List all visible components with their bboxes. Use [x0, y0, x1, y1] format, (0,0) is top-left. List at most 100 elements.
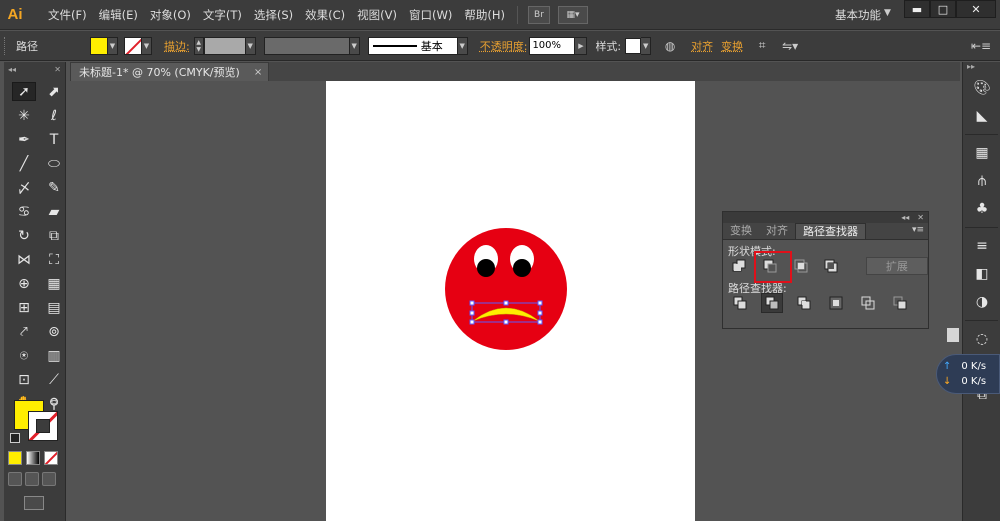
- workspace-switcher[interactable]: 基本功能: [835, 7, 881, 23]
- recolor-artwork-icon[interactable]: ◍: [661, 37, 679, 55]
- scrollbar-thumb[interactable]: [947, 328, 959, 342]
- lasso-tool-icon[interactable]: ℓ: [42, 106, 66, 125]
- magic-wand-tool-icon[interactable]: ✳: [12, 106, 36, 125]
- unite-icon[interactable]: [729, 256, 750, 276]
- symbols-icon[interactable]: ♣: [963, 195, 1000, 223]
- scale-tool-icon[interactable]: ⧉: [42, 226, 66, 245]
- panel-menu-icon[interactable]: ▾≡: [912, 225, 924, 235]
- column-graph-tool-icon[interactable]: ▥: [42, 346, 66, 365]
- blob-brush-tool-icon[interactable]: ♋: [12, 202, 36, 221]
- isolate-icon[interactable]: ⌗: [753, 37, 771, 55]
- appearance-icon[interactable]: ◌: [963, 325, 1000, 353]
- chevron-down-icon[interactable]: ▼: [457, 36, 468, 55]
- chevron-down-icon[interactable]: ▶: [575, 36, 588, 55]
- draw-normal-icon[interactable]: [8, 472, 22, 486]
- trim-icon[interactable]: [761, 293, 783, 313]
- ellipse-tool-icon[interactable]: ⬭: [42, 154, 66, 173]
- selection-tool-icon[interactable]: ➚: [12, 82, 36, 101]
- close-tab-icon[interactable]: ×: [254, 67, 262, 78]
- panel-menu-icon[interactable]: ⇤≡: [971, 37, 991, 55]
- panel-titlebar[interactable]: ◂◂ ✕: [723, 212, 928, 223]
- stroke-weight-field[interactable]: [203, 36, 246, 55]
- chevron-down-icon[interactable]: ▼: [245, 36, 256, 55]
- chevron-down-icon[interactable]: ▼: [108, 36, 118, 55]
- right-pupil[interactable]: [513, 259, 531, 277]
- chevron-down-icon[interactable]: ▼: [349, 36, 360, 55]
- divide-icon[interactable]: [729, 293, 751, 313]
- menu-object[interactable]: 对象(O): [144, 0, 197, 30]
- transparency-panel-icon[interactable]: ◑: [963, 288, 1000, 316]
- brushes-icon[interactable]: ⫛: [963, 167, 1000, 195]
- width-tool-icon[interactable]: ⋈: [12, 250, 36, 269]
- color-guide-icon[interactable]: ◣: [963, 102, 1000, 130]
- close-panel-icon[interactable]: ✕: [917, 213, 924, 222]
- exclude-icon[interactable]: [821, 256, 842, 276]
- stroke-panel-icon[interactable]: ≡: [963, 232, 1000, 260]
- menu-edit[interactable]: 编辑(E): [93, 0, 144, 30]
- color-panel-icon[interactable]: 🎨︎: [963, 74, 1000, 102]
- paintbrush-tool-icon[interactable]: 〆: [12, 178, 36, 197]
- shape-builder-tool-icon[interactable]: ⊕: [12, 274, 36, 293]
- dock-header[interactable]: ▸▸: [963, 62, 1000, 74]
- color-mode-icon[interactable]: [8, 451, 22, 465]
- stroke-panel-link[interactable]: 描边:: [164, 38, 190, 54]
- merge-icon[interactable]: [793, 293, 815, 313]
- chevron-down-icon[interactable]: ▼: [641, 36, 652, 55]
- slice-tool-icon[interactable]: ⟋: [42, 370, 66, 389]
- maximize-button[interactable]: □: [930, 0, 956, 18]
- swatches-icon[interactable]: ▦: [963, 139, 1000, 167]
- left-pupil[interactable]: [477, 259, 495, 277]
- intersect-icon[interactable]: [790, 256, 811, 276]
- tab-transform[interactable]: 变换: [723, 223, 759, 239]
- line-tool-icon[interactable]: ╱: [12, 154, 36, 173]
- tab-pathfinder[interactable]: 路径查找器: [795, 223, 866, 239]
- screen-mode-icon[interactable]: [24, 496, 44, 510]
- direct-selection-tool-icon[interactable]: ⬈: [42, 82, 66, 101]
- collapse-icon[interactable]: ◂◂: [901, 213, 909, 222]
- artboard-tool-icon[interactable]: ⊡: [12, 370, 36, 389]
- bridge-button[interactable]: Br: [527, 5, 550, 24]
- draw-behind-icon[interactable]: [25, 472, 39, 486]
- chevron-down-icon[interactable]: ▼: [142, 36, 152, 55]
- minus-back-icon[interactable]: [889, 293, 911, 313]
- default-colors-icon[interactable]: [10, 433, 20, 443]
- document-tab[interactable]: 未标题-1* @ 70% (CMYK/预览) ×: [70, 62, 270, 81]
- blend-tool-icon[interactable]: ⊚: [42, 322, 66, 341]
- crop-icon[interactable]: [825, 293, 847, 313]
- pen-tool-icon[interactable]: ✒: [12, 130, 36, 149]
- stroke-color-swatch[interactable]: [124, 36, 142, 55]
- vertical-scrollbar[interactable]: [948, 81, 960, 521]
- gradient-tool-icon[interactable]: ▤: [42, 298, 66, 317]
- menu-view[interactable]: 视图(V): [351, 0, 403, 30]
- symbol-sprayer-tool-icon[interactable]: ⍟: [12, 346, 36, 365]
- brush-definition-field[interactable]: 基本: [367, 36, 458, 55]
- fill-color-swatch[interactable]: [90, 36, 108, 55]
- minimize-button[interactable]: ▬: [904, 0, 930, 18]
- stroke-weight-stepper[interactable]: ▲ ▼: [193, 36, 204, 55]
- eraser-tool-icon[interactable]: ▰: [42, 202, 66, 221]
- gradient-panel-icon[interactable]: ◧: [963, 260, 1000, 288]
- draw-inside-icon[interactable]: [42, 472, 56, 486]
- sad-face-artwork[interactable]: [444, 227, 568, 351]
- none-mode-icon[interactable]: [44, 451, 58, 465]
- align-panel-link[interactable]: 对齐: [691, 38, 713, 54]
- transform-panel-link[interactable]: 变换: [721, 38, 743, 54]
- type-tool-icon[interactable]: T: [42, 130, 66, 149]
- menu-type[interactable]: 文字(T): [197, 0, 248, 30]
- menu-select[interactable]: 选择(S): [248, 0, 299, 30]
- panel-grip[interactable]: [4, 36, 10, 55]
- chevron-down-icon[interactable]: ▼: [884, 8, 891, 18]
- envelope-icon[interactable]: ⇋▾: [781, 37, 799, 55]
- expand-button[interactable]: 扩展: [865, 257, 929, 275]
- network-speed-widget[interactable]: ↑ 0 K/s ↓ 0 K/s: [936, 354, 1000, 394]
- rotate-tool-icon[interactable]: ↻: [12, 226, 36, 245]
- free-transform-tool-icon[interactable]: ⛶: [42, 250, 66, 269]
- swap-fill-stroke-icon[interactable]: ⇆: [50, 397, 58, 408]
- opacity-field[interactable]: 100%: [529, 36, 576, 55]
- menu-effect[interactable]: 效果(C): [299, 0, 351, 30]
- close-button[interactable]: ✕: [956, 0, 996, 18]
- variable-width-field[interactable]: [263, 36, 350, 55]
- gradient-mode-icon[interactable]: [26, 451, 40, 465]
- perspective-grid-tool-icon[interactable]: ▦: [42, 274, 66, 293]
- menu-file[interactable]: 文件(F): [42, 0, 93, 30]
